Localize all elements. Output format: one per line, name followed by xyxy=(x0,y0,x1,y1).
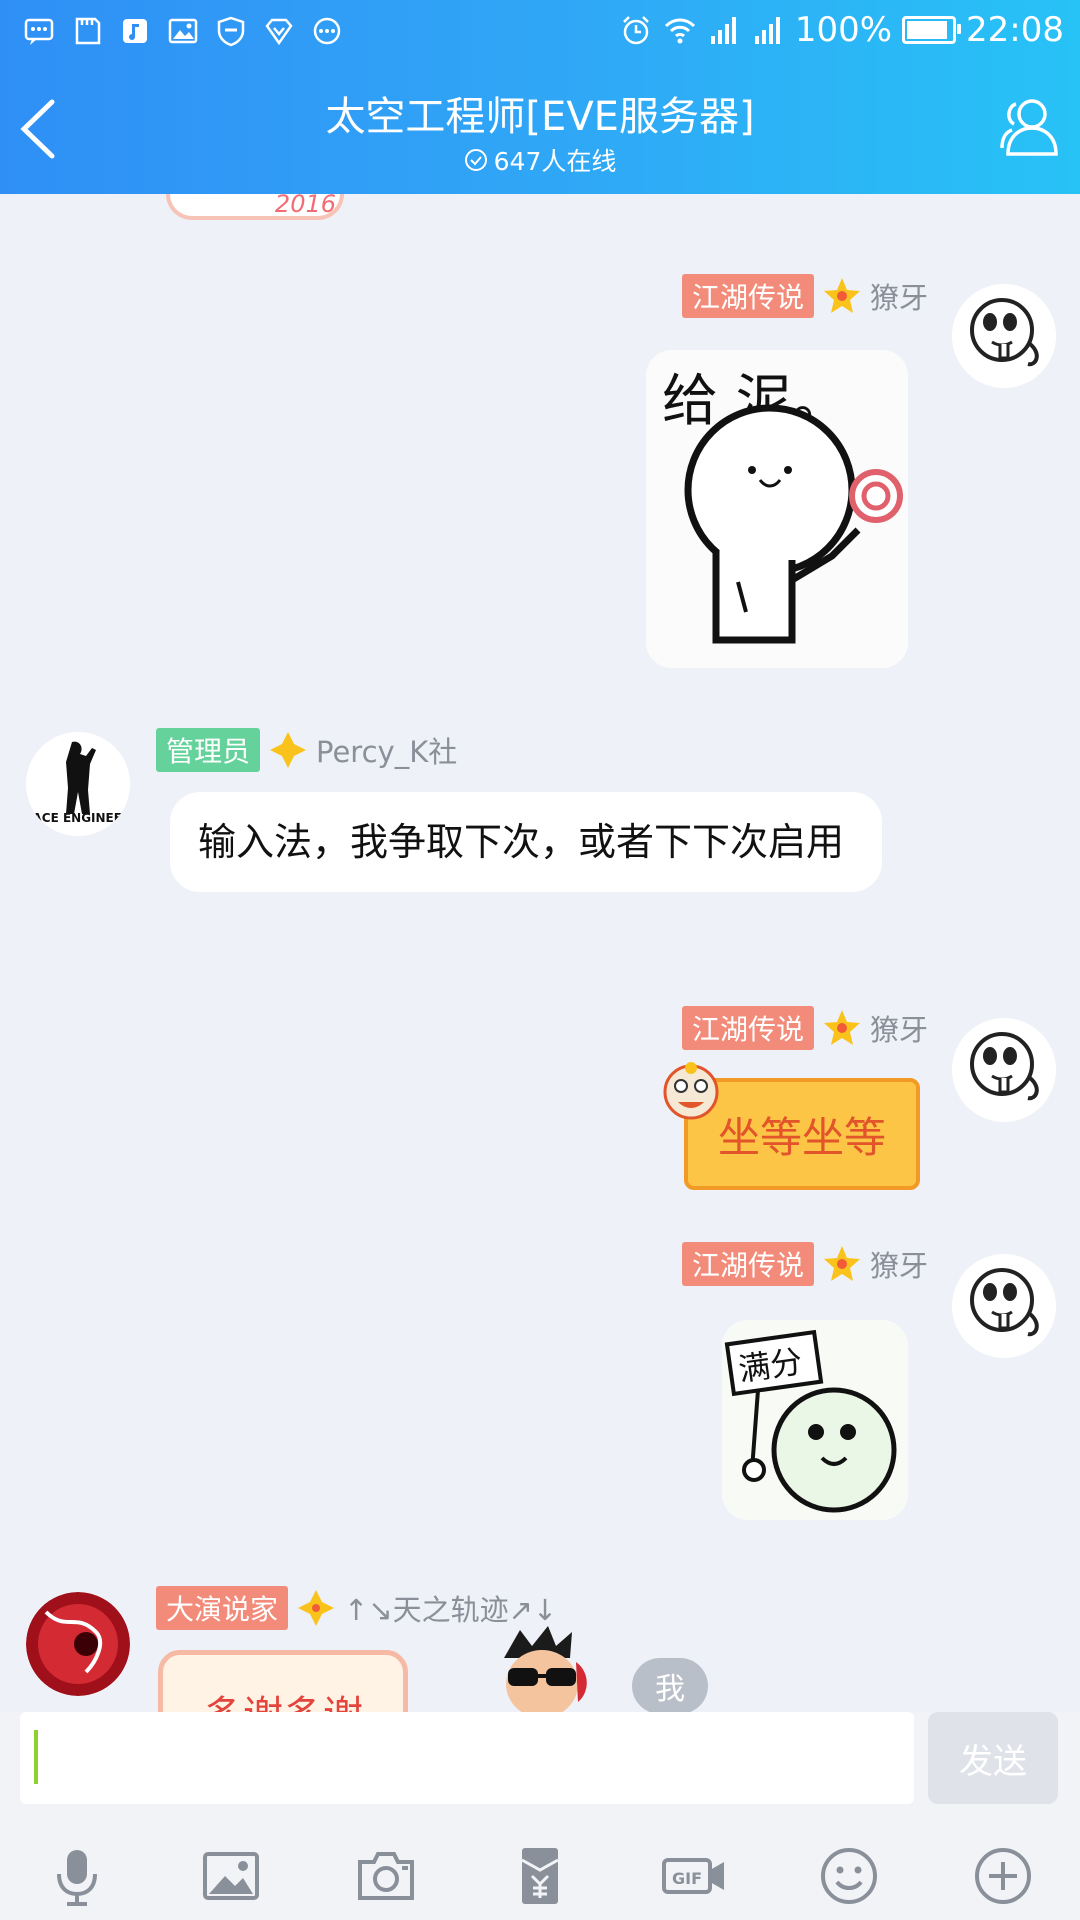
sticker-message[interactable]: 给 泥。 xyxy=(646,350,908,668)
signal-icon-1 xyxy=(707,13,741,47)
camera-icon xyxy=(357,1852,414,1900)
battery-icon xyxy=(902,16,962,44)
avatar[interactable] xyxy=(952,1254,1056,1358)
message-input[interactable] xyxy=(20,1712,914,1804)
red-packet-icon xyxy=(521,1848,559,1904)
diamond-badge-icon xyxy=(298,1590,335,1626)
text-message-bubble[interactable]: 输入法，我争取下次，或者下下次启用 xyxy=(170,792,882,892)
chat-list[interactable]: 2016 江湖传说 獠牙 给 泥。 SPACE ENGINEERS 管理员 Pe… xyxy=(0,194,1080,1712)
gif-button[interactable]: GIF xyxy=(654,1836,734,1916)
star-badge-icon xyxy=(823,1246,860,1281)
sticker-year-text: 2016 xyxy=(274,194,336,218)
rank-tag: 江湖传说 xyxy=(681,274,814,318)
photo-button[interactable] xyxy=(191,1836,271,1916)
lion-dance-icon xyxy=(663,1062,719,1120)
emoji-button[interactable] xyxy=(809,1836,889,1916)
clock: 22:08 xyxy=(966,10,1064,50)
sender-name[interactable]: 獠牙 xyxy=(870,1007,928,1049)
send-button[interactable]: 发送 xyxy=(928,1712,1058,1804)
sd-card-icon xyxy=(70,14,104,48)
members-icon xyxy=(1000,99,1058,156)
sender-meta: 管理员 Percy_K社 xyxy=(156,728,457,772)
avatar[interactable]: SPACE ENGINEERS xyxy=(26,732,130,836)
gif-icon-label: GIF xyxy=(672,1869,702,1888)
voice-button[interactable] xyxy=(37,1836,117,1916)
message-text: 输入法，我争取下次，或者下下次启用 xyxy=(198,820,845,864)
top-bar: 100% 22:08 太空工程师[EVE服务器] 647人在线 xyxy=(0,0,1080,194)
message-notification-icon xyxy=(22,14,56,48)
battery-percent: 100% xyxy=(794,10,893,50)
avatar-logo-text: SPACE ENGINEERS xyxy=(26,811,130,825)
signal-icon-2 xyxy=(751,13,785,47)
page-title: 太空工程师[EVE服务器] xyxy=(325,94,755,140)
emoji-icon xyxy=(820,1848,877,1904)
partial-sticker-top[interactable]: 2016 xyxy=(166,194,344,220)
red-packet-button[interactable] xyxy=(500,1836,580,1916)
cartoon-mascot-icon xyxy=(504,1626,587,1712)
check-circle-icon xyxy=(464,149,487,171)
sender-meta: 江湖传说 獠牙 xyxy=(681,1006,928,1050)
avatar[interactable] xyxy=(952,1018,1056,1122)
chat-toolbar: GIF xyxy=(0,1832,1080,1920)
my-side-label-text: 我 xyxy=(655,1672,685,1707)
sender-name[interactable]: 獠牙 xyxy=(870,275,928,317)
rank-tag: 江湖传说 xyxy=(681,1006,814,1050)
avatar[interactable] xyxy=(952,284,1056,388)
bubble-sticker-message[interactable]: 多谢多谢 xyxy=(158,1650,408,1712)
gif-icon: GIF xyxy=(662,1858,725,1894)
rank-tag: 管理员 xyxy=(156,728,261,772)
sender-name[interactable]: Percy_K社 xyxy=(316,729,457,771)
more-button[interactable] xyxy=(963,1836,1043,1916)
sender-name[interactable]: 獠牙 xyxy=(870,1243,928,1285)
text-cursor xyxy=(34,1730,38,1784)
shield-icon xyxy=(214,14,248,48)
group-members-button[interactable] xyxy=(994,94,1060,160)
rank-tag: 江湖传说 xyxy=(681,1242,814,1286)
diamond-badge-icon xyxy=(270,732,307,768)
my-side-label: 我 xyxy=(632,1658,708,1712)
wifi-icon xyxy=(663,13,697,47)
sender-meta: 江湖传说 獠牙 xyxy=(681,274,928,318)
status-bar: 100% 22:08 xyxy=(0,0,1080,62)
star-badge-icon xyxy=(823,1010,860,1045)
online-count: 647人在线 xyxy=(0,142,1080,178)
online-count-text: 647人在线 xyxy=(493,147,617,176)
alarm-icon xyxy=(619,13,653,47)
plus-icon xyxy=(974,1848,1031,1904)
camera-button[interactable] xyxy=(346,1836,426,1916)
microphone-icon xyxy=(57,1850,98,1906)
star-badge-icon xyxy=(823,278,860,313)
sticker-caption: 坐等坐等 xyxy=(717,1112,886,1162)
rank-tag: 大演说家 xyxy=(156,1586,289,1630)
more-notifications-icon xyxy=(310,14,344,48)
input-bar: 发送 GIF xyxy=(0,1712,1080,1920)
heart-shield-icon xyxy=(262,14,296,48)
image-icon xyxy=(203,1852,260,1900)
sticker-message[interactable]: 满分 xyxy=(722,1320,908,1520)
bubble-sticker-message[interactable]: 坐等坐等 xyxy=(656,1056,922,1196)
sticker-caption: 多谢多谢 xyxy=(203,1683,363,1712)
sender-meta: 江湖传说 獠牙 xyxy=(681,1242,928,1286)
music-app-icon xyxy=(118,14,152,48)
gallery-notification-icon xyxy=(166,14,200,48)
avatar[interactable] xyxy=(26,1592,130,1696)
